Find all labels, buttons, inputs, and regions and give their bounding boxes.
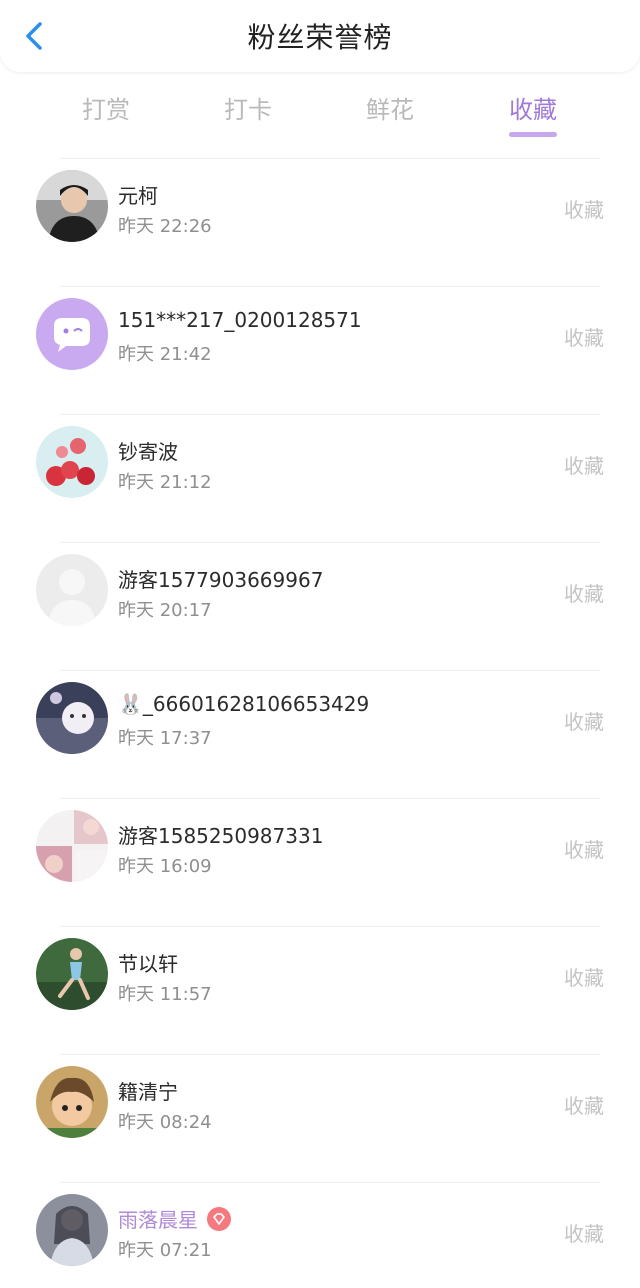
fan-name: 游客1585250987331 xyxy=(118,824,324,848)
action-label: 收藏 xyxy=(564,582,604,606)
action-label: 收藏 xyxy=(564,966,604,990)
fan-name: 节以轩 xyxy=(118,952,178,976)
fan-name: 151***217_0200128571 xyxy=(118,308,362,332)
avatar[interactable] xyxy=(36,1066,108,1138)
fan-name: 钞寄波 xyxy=(118,440,178,464)
timestamp: 昨天 08:24 xyxy=(118,1112,212,1133)
timestamp: 昨天 17:37 xyxy=(118,728,212,749)
timestamp: 昨天 07:21 xyxy=(118,1240,212,1261)
top-bar: 粉丝荣誉榜 xyxy=(0,0,640,72)
fan-name: 元柯 xyxy=(118,184,158,208)
avatar[interactable] xyxy=(36,810,108,882)
timestamp: 昨天 20:17 xyxy=(118,600,212,621)
avatar[interactable] xyxy=(36,426,108,498)
timestamp: 昨天 21:42 xyxy=(118,344,212,365)
active-tab-indicator xyxy=(509,132,557,137)
list-item[interactable]: 151***217_0200128571 昨天 21:42 收藏 xyxy=(0,286,640,414)
divider xyxy=(60,798,600,799)
avatar[interactable] xyxy=(36,938,108,1010)
action-label: 收藏 xyxy=(564,198,604,222)
collage-icon xyxy=(36,810,108,882)
action-label: 收藏 xyxy=(564,710,604,734)
tab-checkin[interactable]: 打卡 xyxy=(198,90,298,125)
photo-avatar-man-icon xyxy=(36,170,108,242)
divider xyxy=(60,1054,600,1055)
avatar[interactable] xyxy=(36,1194,108,1266)
divider xyxy=(60,414,600,415)
avatar[interactable] xyxy=(36,298,108,370)
divider xyxy=(60,158,600,159)
action-label: 收藏 xyxy=(564,326,604,350)
action-label: 收藏 xyxy=(564,454,604,478)
fan-name: 雨落晨星 xyxy=(118,1208,198,1232)
list-item[interactable]: 节以轩 昨天 11:57 收藏 xyxy=(0,926,640,1054)
fan-name-group: 雨落晨星 xyxy=(118,1204,232,1233)
chat-bubble-icon xyxy=(36,298,108,370)
timestamp: 昨天 11:57 xyxy=(118,984,212,1005)
action-label: 收藏 xyxy=(564,1094,604,1118)
list-item[interactable]: 游客1577903669967 昨天 20:17 收藏 xyxy=(0,542,640,670)
dancer-icon xyxy=(36,938,108,1010)
tab-bar: 打赏 打卡 鲜花 收藏 xyxy=(0,80,640,140)
avatar[interactable] xyxy=(36,554,108,626)
list-item[interactable]: 籍清宁 昨天 08:24 收藏 xyxy=(0,1054,640,1182)
timestamp: 昨天 16:09 xyxy=(118,856,212,877)
list-item[interactable]: 元柯 昨天 22:26 收藏 xyxy=(0,158,640,286)
divider xyxy=(60,926,600,927)
fan-name: 🐰_66601628106653429 xyxy=(118,692,370,716)
fan-list: 元柯 昨天 22:26 收藏 151***217_0200128571 昨天 2… xyxy=(0,158,640,1288)
action-label: 收藏 xyxy=(564,838,604,862)
tab-reward[interactable]: 打赏 xyxy=(56,90,156,125)
list-item[interactable]: 雨落晨星 昨天 07:21 收藏 xyxy=(0,1182,640,1288)
avatar[interactable] xyxy=(36,170,108,242)
divider xyxy=(60,670,600,671)
tab-flowers[interactable]: 鲜花 xyxy=(340,90,440,125)
cartoon-boy-icon xyxy=(36,1066,108,1138)
page-title: 粉丝荣誉榜 xyxy=(247,21,393,54)
divider xyxy=(60,286,600,287)
divider xyxy=(60,1182,600,1183)
cartoon-icon xyxy=(36,682,108,754)
timestamp: 昨天 21:12 xyxy=(118,472,212,493)
timestamp: 昨天 22:26 xyxy=(118,216,212,237)
list-item[interactable]: 🐰_66601628106653429 昨天 17:37 收藏 xyxy=(0,670,640,798)
action-label: 收藏 xyxy=(564,1222,604,1246)
divider xyxy=(60,542,600,543)
diamond-badge-icon xyxy=(207,1206,231,1231)
fan-name: 籍清宁 xyxy=(118,1080,178,1104)
list-item[interactable]: 钞寄波 昨天 21:12 收藏 xyxy=(0,414,640,542)
list-item[interactable]: 游客1585250987331 昨天 16:09 收藏 xyxy=(0,798,640,926)
guest-placeholder-icon xyxy=(36,554,108,626)
fan-name: 游客1577903669967 xyxy=(118,568,324,592)
avatar[interactable] xyxy=(36,682,108,754)
balloons-icon xyxy=(36,426,108,498)
portrait-icon xyxy=(36,1194,108,1266)
tab-collect[interactable]: 收藏 xyxy=(483,90,583,125)
